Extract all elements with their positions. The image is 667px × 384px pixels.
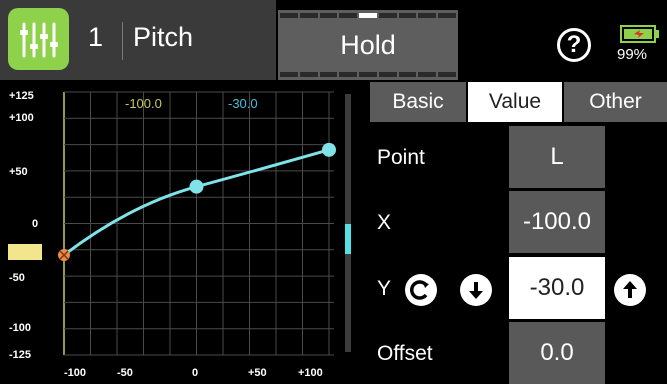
flight-mode-button[interactable]: Hold bbox=[278, 10, 458, 80]
x-tick-label: +100 bbox=[298, 367, 323, 379]
y-tick-label: +50 bbox=[9, 166, 28, 178]
curve-point[interactable] bbox=[322, 142, 336, 157]
x-tick-label: 0 bbox=[192, 367, 199, 379]
reset-icon[interactable] bbox=[405, 274, 437, 306]
battery-icon bbox=[620, 24, 660, 44]
y-value-field[interactable]: -30.0 bbox=[509, 257, 605, 319]
y-tick-label: -125 bbox=[9, 349, 32, 361]
curve-point[interactable] bbox=[189, 179, 204, 194]
tab-value[interactable]: Value bbox=[468, 82, 562, 122]
x-tick-label: +50 bbox=[248, 367, 267, 379]
mixer-sliders-icon[interactable] bbox=[8, 8, 69, 70]
tab-other[interactable]: Other bbox=[564, 82, 667, 122]
offset-label: Offset bbox=[377, 342, 433, 365]
curve-graph[interactable] bbox=[0, 82, 360, 384]
y-tick-label: +125 bbox=[9, 90, 34, 102]
output-marker bbox=[8, 244, 42, 260]
output-scrollbar-thumb bbox=[345, 224, 351, 254]
point-value-button[interactable]: L bbox=[509, 126, 605, 188]
header-divider bbox=[122, 22, 123, 60]
battery-percent: 99% bbox=[617, 46, 648, 63]
cursor-y-readout: -30.0 bbox=[228, 96, 258, 111]
cursor-x-readout: -100.0 bbox=[125, 96, 162, 111]
offset-value-field[interactable]: 0.0 bbox=[509, 322, 605, 384]
y-label: Y bbox=[377, 277, 392, 300]
y-tick-label: 0 bbox=[32, 218, 39, 230]
graph-grid bbox=[63, 91, 334, 356]
x-label: X bbox=[377, 211, 392, 234]
flight-mode-label: Hold bbox=[340, 30, 396, 60]
y-tick-label: -100 bbox=[9, 322, 32, 334]
x-tick-label: -50 bbox=[117, 367, 133, 379]
function-title: Pitch bbox=[133, 22, 194, 52]
output-scrollbar-track bbox=[345, 94, 351, 352]
help-icon[interactable]: ? bbox=[557, 28, 591, 62]
arrow-up-icon[interactable] bbox=[614, 274, 646, 306]
y-tick-label: -50 bbox=[9, 272, 25, 284]
model-number: 1 bbox=[88, 22, 104, 52]
x-value-field[interactable]: -100.0 bbox=[509, 191, 605, 253]
mode-indicator-bottom bbox=[280, 72, 457, 77]
x-tick-label: -100 bbox=[64, 367, 87, 379]
point-label: Point bbox=[377, 146, 425, 169]
mode-indicator-top bbox=[280, 13, 457, 18]
tab-basic[interactable]: Basic bbox=[370, 82, 466, 122]
arrow-down-icon[interactable] bbox=[460, 274, 492, 306]
y-tick-label: +100 bbox=[9, 112, 34, 124]
